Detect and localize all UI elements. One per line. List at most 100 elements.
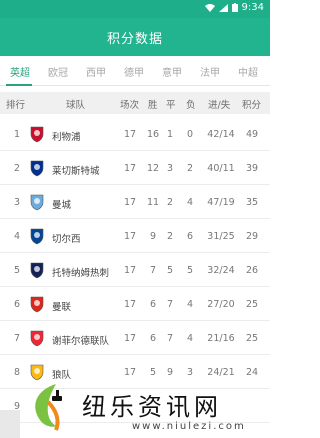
leaf-logo-icon: [35, 384, 62, 431]
signal-icon: [218, 3, 228, 12]
cell-gfga: 47/19: [207, 197, 235, 208]
status-bar: 9:34: [0, 0, 270, 18]
cell-rank: 1: [13, 129, 21, 140]
league-tabs: 英超 欧冠 西甲 德甲 意甲 法甲 中超: [0, 56, 270, 86]
cell-rank: 7: [13, 333, 21, 344]
status-icons: 9:34: [204, 2, 264, 13]
cell-gfga: 32/24: [207, 265, 235, 276]
cell-team-name: 谢菲尔德联队: [52, 336, 110, 347]
cell-team-name: 曼城: [52, 200, 72, 211]
cell-rank: 4: [13, 231, 21, 242]
cell-points: 25: [245, 299, 259, 310]
cell-lost: 6: [186, 231, 194, 242]
cell-played: 17: [123, 163, 137, 174]
cell-team-name: 莱切斯特城: [52, 166, 100, 177]
cell-drawn: 1: [166, 129, 174, 140]
cell-gfga: 31/25: [207, 231, 235, 242]
cell-rank: 5: [13, 265, 21, 276]
table-row[interactable]: 5 托特纳姆热刺 17 7 5 5 32/24 26: [0, 254, 270, 287]
tab-premier-league[interactable]: 英超: [10, 64, 30, 79]
cell-lost: 4: [186, 333, 194, 344]
cell-rank: 8: [13, 367, 21, 378]
cell-gfga: 24/21: [207, 367, 235, 378]
cell-won: 11: [146, 197, 160, 208]
cell-played: 17: [123, 231, 137, 242]
cell-points: 49: [245, 129, 259, 140]
cell-won: 5: [149, 367, 157, 378]
cell-won: 16: [146, 129, 160, 140]
tab-ligue-1[interactable]: 法甲: [200, 64, 220, 79]
tottenham-badge-icon: [30, 262, 44, 279]
tab-bundesliga[interactable]: 德甲: [124, 64, 144, 79]
cell-rank: 2: [13, 163, 21, 174]
tab-champions-league[interactable]: 欧冠: [48, 64, 68, 79]
header-won: 胜: [148, 100, 158, 111]
mancity-badge-icon: [30, 194, 44, 211]
cell-won: 6: [149, 333, 157, 344]
active-tab-indicator: [6, 84, 32, 86]
cell-lost: 0: [186, 129, 194, 140]
header-played: 场次: [120, 100, 140, 111]
table-row[interactable]: 1 利物浦 17 16 1 0 42/14 49: [0, 118, 270, 151]
cell-rank: 3: [13, 197, 21, 208]
cell-drawn: 2: [166, 197, 174, 208]
cell-played: 17: [123, 197, 137, 208]
cell-team-name: 利物浦: [52, 132, 81, 143]
cell-points: 29: [245, 231, 259, 242]
cell-played: 17: [123, 265, 137, 276]
cell-drawn: 7: [166, 299, 174, 310]
header-team: 球队: [66, 100, 86, 111]
cell-team-name: 托特纳姆热刺: [52, 268, 110, 279]
cell-played: 17: [123, 129, 137, 140]
table-row[interactable]: 3 曼城 17 11 2 4 47/19 35: [0, 186, 270, 219]
cell-points: 39: [245, 163, 259, 174]
cell-points: 25: [245, 333, 259, 344]
floating-side-button[interactable]: [0, 410, 20, 438]
battery-icon: [231, 3, 238, 12]
table-header: 排行 球队 场次 胜 平 负 进/失 积分: [0, 92, 270, 114]
header-points: 积分: [242, 100, 262, 111]
cell-rank: 6: [13, 299, 21, 310]
header-lost: 负: [186, 100, 196, 111]
cell-played: 17: [123, 333, 137, 344]
cell-drawn: 3: [166, 163, 174, 174]
table-row[interactable]: 4 切尔西 17 9 2 6 31/25 29: [0, 220, 270, 253]
manutd-badge-icon: [30, 296, 44, 313]
watermark-text: 纽乐资讯网: [82, 393, 222, 421]
app-bar: 积分数据: [0, 18, 270, 56]
tab-la-liga[interactable]: 西甲: [86, 64, 106, 79]
cell-lost: 2: [186, 163, 194, 174]
wolves-badge-icon: [30, 364, 44, 381]
cell-gfga: 27/20: [207, 299, 235, 310]
cell-drawn: 7: [166, 333, 174, 344]
sheffield-badge-icon: [30, 330, 44, 347]
cell-gfga: 21/16: [207, 333, 235, 344]
cell-played: 17: [123, 367, 137, 378]
cell-points: 35: [245, 197, 259, 208]
cell-won: 6: [149, 299, 157, 310]
watermark-url: www.niulezi.com: [132, 421, 246, 432]
cell-drawn: 9: [166, 367, 174, 378]
table-row[interactable]: 2 莱切斯特城 17 12 3 2 40/11 39: [0, 152, 270, 185]
leicester-badge-icon: [30, 160, 44, 177]
cell-team-name: 曼联: [52, 302, 72, 313]
tab-serie-a[interactable]: 意甲: [162, 64, 182, 79]
page-title: 积分数据: [106, 32, 163, 47]
cell-won: 7: [149, 265, 157, 276]
header-drawn: 平: [166, 100, 176, 111]
header-gfga: 进/失: [208, 100, 231, 111]
wifi-icon: [204, 3, 215, 12]
cell-gfga: 40/11: [207, 163, 235, 174]
cell-lost: 4: [186, 299, 194, 310]
liverpool-badge-icon: [30, 126, 44, 143]
cell-team-name: 切尔西: [52, 234, 81, 245]
cell-points: 26: [245, 265, 259, 276]
cell-drawn: 2: [166, 231, 174, 242]
cell-lost: 4: [186, 197, 194, 208]
cell-team-name: 狼队: [52, 370, 72, 381]
tab-csl[interactable]: 中超: [238, 64, 258, 79]
table-row[interactable]: 7 谢菲尔德联队 17 6 7 4 21/16 25: [0, 322, 270, 355]
chelsea-badge-icon: [30, 228, 44, 245]
table-row[interactable]: 6 曼联 17 6 7 4 27/20 25: [0, 288, 270, 321]
cell-gfga: 42/14: [207, 129, 235, 140]
